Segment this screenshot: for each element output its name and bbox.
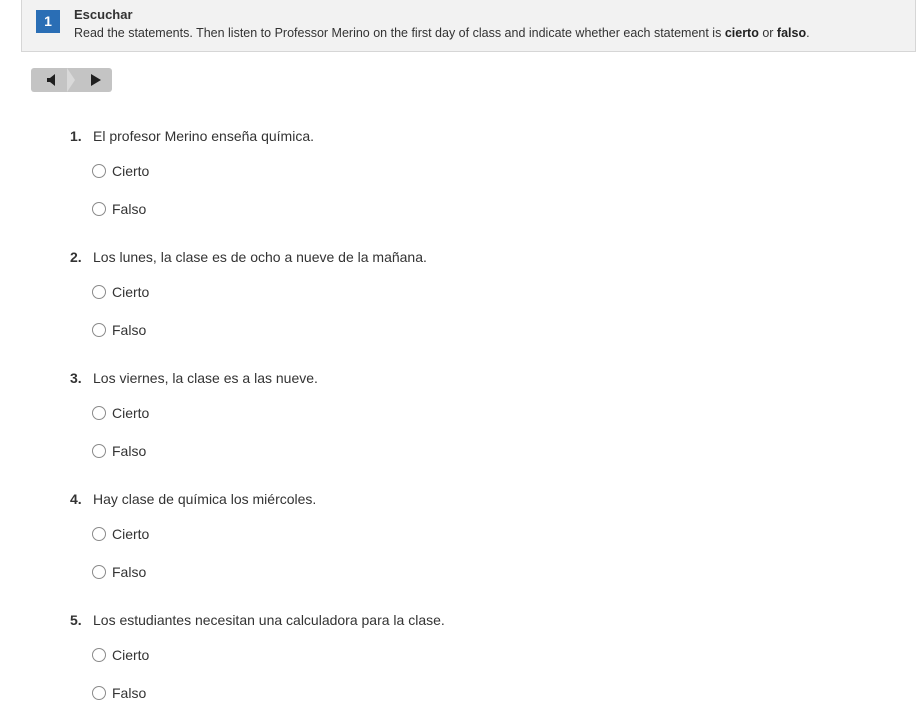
instructions-period: . <box>806 26 810 40</box>
question-number: 1. <box>70 128 82 144</box>
question-text: Los viernes, la clase es a las nueve. <box>93 370 318 386</box>
option-label: Falso <box>112 685 147 701</box>
instructions-or: or <box>758 26 777 40</box>
activity-header: 1 Escuchar Read the statements. Then lis… <box>21 0 916 52</box>
question-statement: 1. El profesor Merino enseña química. <box>70 126 870 146</box>
radio-button[interactable] <box>92 285 106 300</box>
question-statement: 5. Los estudiantes necesitan una calculad… <box>70 610 870 630</box>
answer-option-cierto[interactable]: Cierto <box>92 525 149 543</box>
question-statement: 2. Los lunes, la clase es de ocho a nueve… <box>70 247 870 267</box>
answer-option-falso[interactable]: Falso <box>92 684 146 702</box>
question-number: 2. <box>70 249 82 265</box>
radio-button[interactable] <box>92 444 106 459</box>
question-text: Los lunes, la clase es de ocho a nueve d… <box>93 249 427 265</box>
question-text: Los estudiantes necesitan una calculador… <box>93 612 445 628</box>
play-button[interactable] <box>71 68 112 92</box>
question-statement: 3. Los viernes, la clase es a las nueve. <box>70 368 870 388</box>
answer-option-cierto[interactable]: Cierto <box>92 162 149 180</box>
question-item: 4. Hay clase de química los miércoles. Cie… <box>70 489 870 580</box>
instructions-cierto: cierto <box>724 26 759 40</box>
volume-button[interactable] <box>31 68 71 92</box>
answer-option-cierto[interactable]: Cierto <box>92 283 149 301</box>
radio-button[interactable] <box>92 686 106 701</box>
option-label: Cierto <box>112 647 150 663</box>
option-label: Falso <box>112 201 147 217</box>
answer-option-falso[interactable]: Falso <box>92 442 146 460</box>
answer-option-falso[interactable]: Falso <box>92 200 146 218</box>
answer-option-falso[interactable]: Falso <box>92 563 146 581</box>
audio-player <box>31 68 112 92</box>
answer-option-cierto[interactable]: Cierto <box>92 404 149 422</box>
option-label: Cierto <box>112 284 150 300</box>
speaker-icon <box>47 74 55 86</box>
option-label: Cierto <box>112 163 150 179</box>
option-label: Falso <box>112 564 147 580</box>
question-item: 1. El profesor Merino enseña química. Cier… <box>70 126 870 217</box>
question-text: Hay clase de química los miércoles. <box>93 491 317 507</box>
radio-button[interactable] <box>92 164 106 179</box>
activity-number-badge: 1 <box>36 10 60 33</box>
question-item: 5. Los estudiantes necesitan una calculad… <box>70 610 870 701</box>
radio-button[interactable] <box>92 565 106 580</box>
question-text: El profesor Merino enseña química. <box>93 128 314 144</box>
option-label: Cierto <box>112 526 150 542</box>
radio-button[interactable] <box>92 323 106 338</box>
radio-button[interactable] <box>92 406 106 421</box>
answer-option-falso[interactable]: Falso <box>92 321 146 339</box>
question-item: 3. Los viernes, la clase es a las nueve. C… <box>70 368 870 459</box>
instructions-falso: falso <box>776 26 807 40</box>
option-label: Falso <box>112 443 147 459</box>
question-number: 5. <box>70 612 82 628</box>
radio-button[interactable] <box>92 527 106 542</box>
question-number: 3. <box>70 370 82 386</box>
radio-button[interactable] <box>92 648 106 663</box>
option-label: Cierto <box>112 405 150 421</box>
option-label: Falso <box>112 322 147 338</box>
radio-button[interactable] <box>92 202 106 217</box>
play-icon <box>91 74 101 86</box>
question-item: 2. Los lunes, la clase es de ocho a nueve… <box>70 247 870 338</box>
question-number: 4. <box>70 491 82 507</box>
instructions-text: Read the statements. Then listen to Prof… <box>74 26 725 40</box>
activity-title: Escuchar <box>74 7 133 22</box>
question-statement: 4. Hay clase de química los miércoles. <box>70 489 870 509</box>
answer-option-cierto[interactable]: Cierto <box>92 646 149 664</box>
activity-instructions: Read the statements. Then listen to Prof… <box>74 26 810 40</box>
